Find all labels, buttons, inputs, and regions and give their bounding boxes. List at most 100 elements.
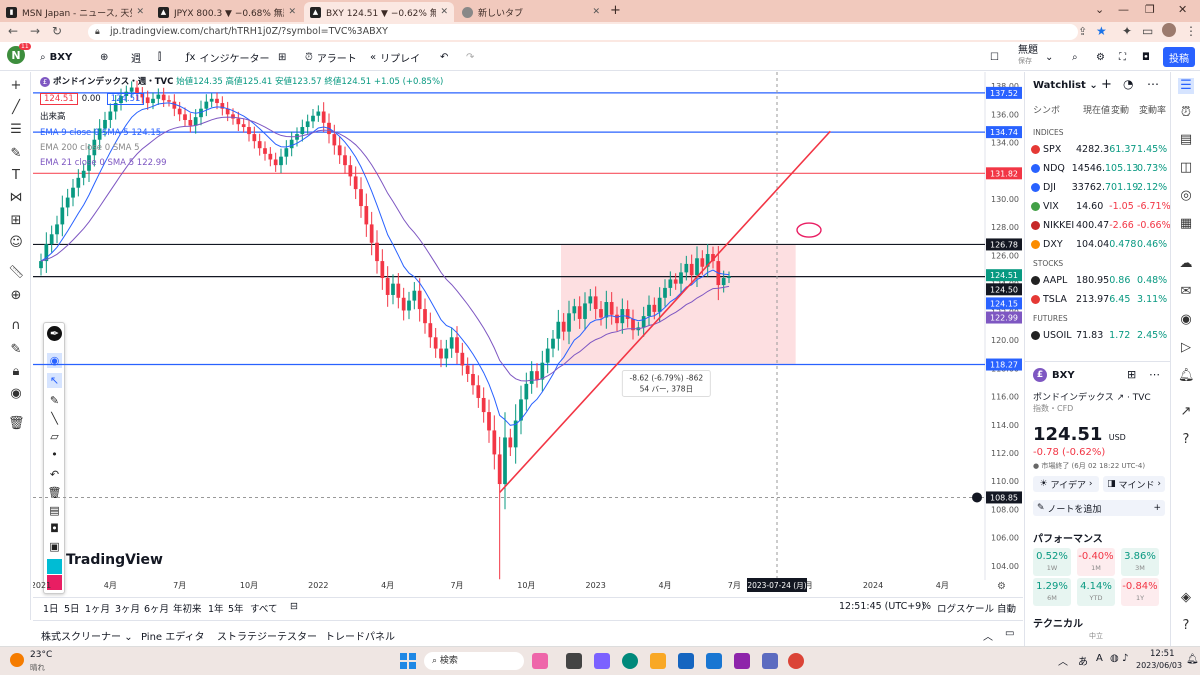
detail-symbol[interactable]: £ BXY: [1033, 368, 1075, 382]
watchlist-row[interactable]: AAPL 180.95 0.86 0.48%: [1031, 272, 1167, 288]
range-all[interactable]: すべて: [250, 601, 277, 615]
message-icon[interactable]: ✉: [1178, 284, 1194, 300]
templates-button[interactable]: ⊞: [278, 49, 286, 65]
minds-button[interactable]: ◨ マインド ›: [1103, 476, 1165, 492]
range-1d[interactable]: 1日: [43, 601, 59, 615]
tab-stock-screener[interactable]: 株式スクリーナー ⌄: [41, 628, 133, 643]
new-tab-button[interactable]: +: [610, 3, 621, 18]
trend-icon[interactable]: ↗: [1178, 404, 1194, 420]
watchlist-row[interactable]: NIKKEI 400.47 -2.66 -0.66%: [1031, 217, 1170, 233]
close-window-button[interactable]: ✕: [1178, 3, 1187, 16]
text-tool-icon[interactable]: T: [8, 168, 24, 184]
profile-avatar[interactable]: [1162, 23, 1176, 37]
tab-newtab[interactable]: 新しいタブ ✕: [456, 2, 606, 22]
col-symbol[interactable]: シンボ: [1033, 103, 1083, 116]
compare-button[interactable]: ⊕: [100, 49, 108, 65]
undo-button[interactable]: ↶: [440, 49, 448, 65]
collapse-panel-icon[interactable]: ︿: [983, 628, 993, 643]
watchlist-row[interactable]: DJI 33762. 701.19 2.12%: [1031, 179, 1167, 195]
symbol-search[interactable]: ⌕ BXY: [40, 49, 72, 65]
fib-tool-icon[interactable]: ☰: [8, 122, 24, 138]
ideas-button[interactable]: ☀ アイデア ›: [1033, 476, 1099, 492]
zoom-icon[interactable]: ⊕: [8, 288, 24, 304]
ruler-icon[interactable]: 📏︎: [8, 265, 25, 281]
network-icon[interactable]: ◍: [1110, 653, 1119, 664]
time-axis[interactable]: 20214月7月10月20224月7月10月20234月7月10月20244月2…: [31, 578, 1023, 592]
crosshair-icon[interactable]: +: [8, 78, 24, 94]
notification-bell-icon[interactable]: 🔔︎: [1178, 368, 1195, 384]
maximize-button[interactable]: ❐: [1145, 3, 1155, 16]
range-5d[interactable]: 5日: [64, 601, 80, 615]
discord-icon[interactable]: [762, 653, 778, 669]
calendar-icon[interactable]: ▦: [1178, 216, 1194, 232]
publish-button[interactable]: 投稿: [1163, 47, 1195, 67]
lock-icon[interactable]: 🔒︎: [8, 364, 24, 380]
watchlist-title[interactable]: Watchlist ⌄: [1033, 80, 1098, 91]
log-scale-toggle[interactable]: ログスケール: [937, 601, 994, 615]
trash-icon[interactable]: 🗑︎: [8, 416, 25, 432]
projection-tool-icon[interactable]: ⊞: [8, 213, 24, 229]
alarm-icon[interactable]: ⏰︎: [1178, 105, 1194, 121]
add-note-button[interactable]: ✎ ノートを追加 +: [1033, 500, 1165, 516]
chart-type-button[interactable]: ⫿: [158, 49, 161, 65]
share-icon[interactable]: ⇪: [1078, 25, 1087, 38]
taskbar-search[interactable]: ⌕ 検索: [424, 652, 524, 670]
watchlist-row[interactable]: DXY 104.04 0.478 0.46%: [1031, 236, 1167, 252]
chevron-down-icon[interactable]: ⌄: [1095, 3, 1104, 16]
close-icon[interactable]: ✕: [440, 7, 448, 17]
mail-icon[interactable]: [706, 653, 722, 669]
object-tree-icon[interactable]: ▤: [1178, 132, 1194, 148]
signal-icon[interactable]: ◉: [1178, 312, 1194, 328]
edge-icon[interactable]: [622, 653, 638, 669]
more-icon[interactable]: ⋯: [1149, 368, 1160, 381]
layers-icon[interactable]: ◈: [1178, 590, 1194, 606]
help-circle-icon[interactable]: ?: [1178, 618, 1194, 634]
file-explorer-icon[interactable]: [650, 653, 666, 669]
tab-jpyx[interactable]: ▲ JPYX 800.3 ▼ −0.68% 無題 ✕: [152, 2, 302, 22]
start-windows-icon[interactable]: [400, 653, 416, 669]
brush-tool-icon[interactable]: ✎: [8, 146, 24, 162]
add-symbol-button[interactable]: +: [1101, 77, 1112, 92]
more-icon[interactable]: ⋯: [1147, 77, 1159, 91]
url-input[interactable]: 🔒︎ jp.tradingview.com/chart/hTRH1j0Z/?sym…: [88, 24, 1078, 40]
watchlist-row[interactable]: USOIL 71.83 1.72 2.45%: [1031, 327, 1167, 343]
percent-toggle[interactable]: %: [922, 601, 931, 612]
user-avatar[interactable]: N 11: [7, 43, 31, 64]
tab-bxy[interactable]: ▲ BXY 124.51 ▼ −0.62% 無題 ✕: [304, 2, 454, 22]
range-6m[interactable]: 6ヶ月: [144, 601, 169, 615]
ideas-icon[interactable]: ◎: [1178, 188, 1194, 204]
eye-icon[interactable]: ◉: [8, 386, 24, 402]
layout-name[interactable]: 無題 保存: [1018, 46, 1038, 66]
weather-temp[interactable]: 23°C: [30, 650, 52, 660]
range-3m[interactable]: 3ヶ月: [115, 601, 140, 615]
alert-button[interactable]: ⏰︎ アラート: [305, 49, 357, 65]
watchlist-icon[interactable]: ☰: [1178, 78, 1194, 94]
reload-button[interactable]: ↻: [52, 24, 62, 38]
close-icon[interactable]: ✕: [288, 7, 296, 17]
ime-indicator[interactable]: あ: [1078, 653, 1088, 668]
back-button[interactable]: ←: [8, 24, 18, 38]
pattern-tool-icon[interactable]: ⋈: [8, 190, 24, 206]
auto-scale-toggle[interactable]: 自動: [997, 601, 1016, 615]
help-icon[interactable]: ?: [1178, 432, 1194, 448]
star-icon[interactable]: ★: [1096, 24, 1107, 38]
stay-drawing-icon[interactable]: ✎: [8, 342, 24, 358]
tray-chevron-icon[interactable]: ︿: [1058, 653, 1068, 668]
settings-button[interactable]: ⚙: [1096, 49, 1105, 65]
fullscreen-button[interactable]: ⛶: [1119, 49, 1126, 65]
tab-msn[interactable]: ▮MSN Japan - ニュース, 天気, メール✕: [0, 2, 150, 22]
close-icon[interactable]: ✕: [592, 7, 600, 17]
snapshot-button[interactable]: ◘: [1142, 49, 1150, 65]
maximize-panel-icon[interactable]: ▭: [1005, 628, 1014, 639]
sidebar-icon[interactable]: ▭: [1142, 24, 1153, 38]
copilot-icon[interactable]: [734, 653, 750, 669]
legend-ema21[interactable]: EMA 21 close 0 SMA 5 122.99: [40, 158, 167, 168]
watchlist-row[interactable]: NDQ 14546. 105.13 0.73%: [1031, 160, 1167, 176]
advanced-view-icon[interactable]: ◔: [1123, 77, 1133, 91]
range-ytd[interactable]: 年初来: [173, 601, 202, 615]
minimize-button[interactable]: —: [1118, 3, 1129, 16]
section-header[interactable]: FUTURES: [1033, 314, 1068, 323]
range-1m[interactable]: 1ヶ月: [85, 601, 110, 615]
stream-icon[interactable]: ▷: [1178, 340, 1194, 356]
store-icon[interactable]: [678, 653, 694, 669]
